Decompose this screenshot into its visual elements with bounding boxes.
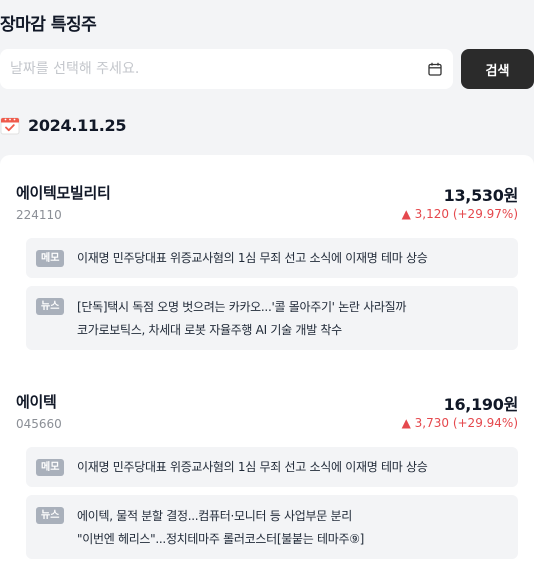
news-headline[interactable]: "이번엔 헤리스"...정치테마주 롤러코스터[불붙는 테마주⑨]	[77, 528, 364, 551]
stock-list-card: 에이텍모빌리티 224110 13,530원 ▲ 3,120 (+29.97%)…	[0, 155, 534, 572]
memo-badge: 메모	[36, 459, 65, 476]
date-input[interactable]	[0, 49, 410, 89]
news-box: 뉴스 [단독]택시 독점 오명 벗으려는 카카오...'콜 몰아주기' 논란 사…	[26, 286, 518, 350]
news-box: 뉴스 에이텍, 물적 분할 결정...컴퓨터·모니터 등 사업부문 분리 "이번…	[26, 495, 518, 559]
date-search-bar: 검색	[0, 49, 534, 89]
memo-text: 이재명 민주당대표 위증교사혐의 1심 무죄 선고 소식에 이재명 테마 상승	[77, 460, 428, 474]
date-heading: 2024.11.25	[0, 115, 127, 135]
stock-code: 224110	[16, 208, 62, 222]
search-button[interactable]: 검색	[461, 49, 534, 89]
stock-change: ▲ 3,730 (+29.94%)	[401, 416, 518, 430]
news-badge: 뉴스	[36, 507, 65, 524]
stock-item[interactable]: 에이텍모빌리티 224110 13,530원 ▲ 3,120 (+29.97%)…	[16, 182, 518, 364]
stock-change: ▲ 3,120 (+29.97%)	[401, 207, 518, 221]
news-headline[interactable]: 코가로보틱스, 차세대 로봇 자율주행 AI 기술 개발 착수	[77, 319, 406, 342]
news-headline[interactable]: 에이텍, 물적 분할 결정...컴퓨터·모니터 등 사업부문 분리	[77, 505, 364, 528]
stock-price: 16,190원	[443, 395, 519, 414]
stock-price: 13,530원	[443, 186, 519, 205]
stock-item[interactable]: 에이텍 045660 16,190원 ▲ 3,730 (+29.94%) 메모 …	[16, 391, 518, 572]
news-headline[interactable]: [단독]택시 독점 오명 벗으려는 카카오...'콜 몰아주기' 논란 사라질까	[77, 296, 406, 319]
page-title: 장마감 특징주	[0, 15, 97, 35]
stock-code: 045660	[16, 417, 62, 431]
stock-name[interactable]: 에이텍모빌리티	[16, 182, 111, 203]
memo-box: 메모 이재명 민주당대표 위증교사혐의 1심 무죄 선고 소식에 이재명 테마 …	[26, 238, 518, 278]
memo-box: 메모 이재명 민주당대표 위증교사혐의 1심 무죄 선고 소식에 이재명 테마 …	[26, 447, 518, 487]
date-heading-text: 2024.11.25	[28, 115, 127, 135]
stock-name[interactable]: 에이텍	[16, 391, 57, 412]
news-badge: 뉴스	[36, 298, 65, 315]
calendar-icon[interactable]	[428, 62, 442, 76]
memo-badge: 메모	[36, 250, 65, 267]
calendar-check-icon	[0, 117, 20, 135]
memo-text: 이재명 민주당대표 위증교사혐의 1심 무죄 선고 소식에 이재명 테마 상승	[77, 251, 428, 265]
date-picker-field[interactable]	[0, 49, 453, 89]
